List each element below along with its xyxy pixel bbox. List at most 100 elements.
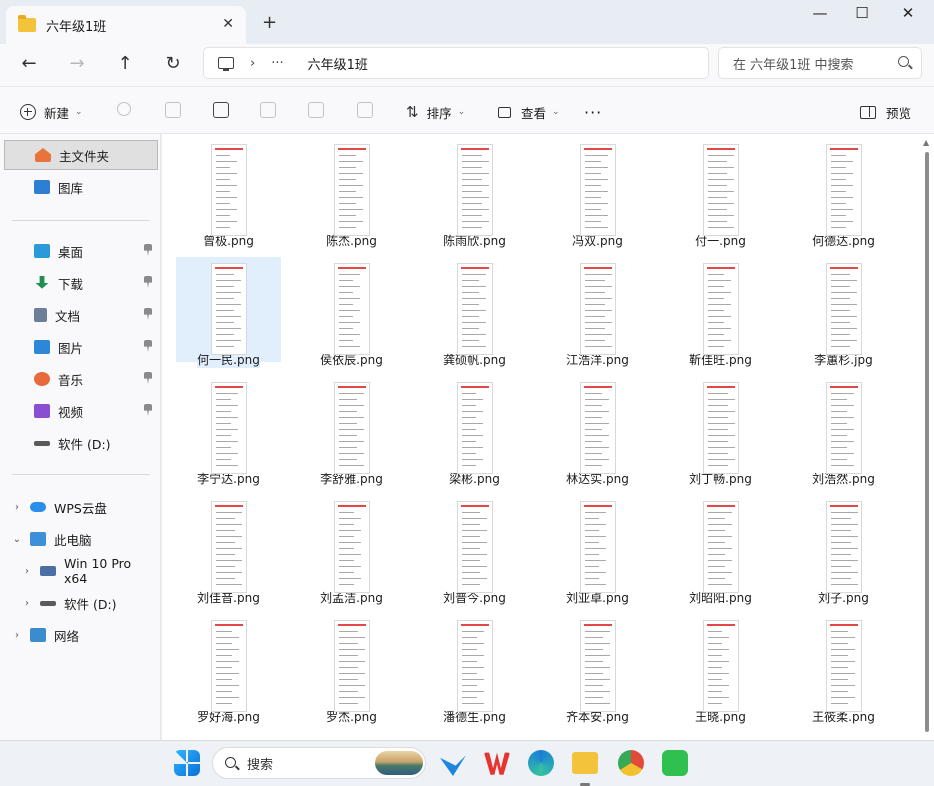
- chevron-right-icon[interactable]: ›: [10, 502, 24, 513]
- sidebar-item-drive-d-pc[interactable]: › 软件 (D:): [4, 588, 158, 618]
- maximize-button[interactable]: ☐: [842, 4, 882, 22]
- file-thumbnail: [333, 263, 370, 355]
- thumbnail-header: [583, 624, 612, 626]
- close-window-button[interactable]: ✕: [888, 4, 928, 22]
- view-button[interactable]: 查看 ⌄: [498, 101, 560, 123]
- file-item[interactable]: 刘浩然.png: [791, 376, 896, 487]
- edge-icon[interactable]: [528, 750, 554, 776]
- copy-icon[interactable]: [165, 102, 181, 118]
- chevron-right-icon[interactable]: ›: [10, 630, 24, 641]
- new-button[interactable]: 新建 ⌄: [20, 101, 83, 123]
- sidebar-item-pictures[interactable]: 图片: [4, 332, 158, 362]
- thumbnail-line: [461, 393, 476, 394]
- sort-button[interactable]: ⇅ 排序 ⌄: [406, 101, 465, 123]
- file-item[interactable]: 刘子.png: [791, 495, 896, 606]
- taskbar-search[interactable]: 搜索: [212, 747, 426, 779]
- thumbnail-line: [215, 637, 239, 638]
- wechat-icon[interactable]: [662, 750, 688, 776]
- delete-icon[interactable]: [357, 102, 373, 118]
- file-item[interactable]: 侯依辰.png: [299, 257, 404, 368]
- up-button[interactable]: ↑: [111, 52, 139, 76]
- file-item[interactable]: 齐本安.png: [545, 614, 650, 725]
- chevron-right-icon[interactable]: ›: [20, 566, 34, 577]
- file-item[interactable]: 刘昭阳.png: [668, 495, 773, 606]
- breadcrumb-current[interactable]: 六年级1班: [308, 54, 368, 73]
- forward-button[interactable]: →: [63, 52, 91, 76]
- start-icon[interactable]: [174, 750, 200, 776]
- vertical-scrollbar[interactable]: ▲: [920, 134, 934, 740]
- file-item[interactable]: 付一.png: [668, 138, 773, 249]
- new-tab-button[interactable]: +: [262, 12, 277, 33]
- file-item[interactable]: 陈杰.png: [299, 138, 404, 249]
- share-icon[interactable]: [308, 102, 324, 118]
- preview-pane-button[interactable]: 预览: [860, 101, 911, 123]
- back-button[interactable]: ←: [15, 52, 43, 76]
- thumbnail-line: [461, 411, 483, 412]
- thumbnail-line: [338, 459, 357, 460]
- file-item[interactable]: 罗好海.png: [176, 614, 281, 725]
- sidebar-item-gallery[interactable]: 图库: [4, 172, 158, 202]
- file-item[interactable]: 刘普今.png: [422, 495, 527, 606]
- search-input[interactable]: 在 六年级1班 中搜索: [718, 47, 922, 79]
- sidebar-item-home[interactable]: 主文件夹: [4, 140, 158, 170]
- refresh-button[interactable]: ↻: [159, 52, 187, 76]
- rename-icon[interactable]: [260, 102, 276, 118]
- more-options-button[interactable]: ···: [584, 101, 602, 123]
- sidebar-item-network[interactable]: › 网络: [4, 620, 158, 650]
- thumbnail-line: [215, 459, 231, 460]
- scrollbar-thumb[interactable]: [925, 152, 929, 732]
- file-item[interactable]: 罗杰.png: [299, 614, 404, 725]
- chevron-right-icon[interactable]: ›: [20, 598, 34, 609]
- sidebar-item-music[interactable]: 音乐: [4, 364, 158, 394]
- chrome-icon[interactable]: [618, 750, 644, 776]
- thumbnail-line: [338, 292, 353, 293]
- sidebar-item-documents[interactable]: 文档: [4, 300, 158, 330]
- file-item[interactable]: 李舒雅.png: [299, 376, 404, 487]
- wps-icon[interactable]: [484, 752, 510, 775]
- chevron-down-icon[interactable]: ⌄: [10, 534, 24, 545]
- thumbnail-line: [584, 637, 603, 638]
- breadcrumb-separator[interactable]: ›: [250, 56, 255, 71]
- sidebar-item-win10-drive[interactable]: › Win 10 Pro x64: [4, 556, 158, 586]
- file-item[interactable]: 曾极.png: [176, 138, 281, 249]
- file-item[interactable]: 刘佳音.png: [176, 495, 281, 606]
- file-item[interactable]: 陈雨欣.png: [422, 138, 527, 249]
- file-item[interactable]: 江浩洋.png: [545, 257, 650, 368]
- thumbnail-line: [461, 292, 479, 293]
- tab-current-folder[interactable]: 六年级1班 ✕: [6, 6, 246, 44]
- file-item[interactable]: 林达实.png: [545, 376, 650, 487]
- file-item[interactable]: 刘亚卓.png: [545, 495, 650, 606]
- file-item[interactable]: 靳佳旺.png: [668, 257, 773, 368]
- scroll-up-icon[interactable]: ▲: [923, 138, 929, 147]
- file-item[interactable]: 龚硕帆.png: [422, 257, 527, 368]
- file-item[interactable]: 王晓.png: [668, 614, 773, 725]
- file-item[interactable]: 李蕙杉.jpg: [791, 257, 896, 368]
- file-list-view[interactable]: 曾极.png 陈杰.png 陈雨欣.png 冯双.png 付一.png 何德达.png 何一…: [162, 134, 920, 740]
- file-item[interactable]: 刘丁畅.png: [668, 376, 773, 487]
- sidebar-item-this-pc[interactable]: ⌄ 此电脑: [4, 524, 158, 554]
- file-item[interactable]: 梁彬.png: [422, 376, 527, 487]
- file-item[interactable]: 刘孟洁.png: [299, 495, 404, 606]
- feishu-icon[interactable]: [440, 755, 466, 776]
- file-item[interactable]: 王筱柔.png: [791, 614, 896, 725]
- minimize-button[interactable]: —: [800, 4, 840, 22]
- sidebar-item-downloads[interactable]: 下载: [4, 268, 158, 298]
- file-item[interactable]: 李宁达.png: [176, 376, 281, 487]
- address-bar[interactable]: › ··· 六年级1班: [203, 47, 709, 79]
- sidebar-item-wps-cloud[interactable]: › WPS云盘: [4, 492, 158, 522]
- tab-close-button[interactable]: ✕: [222, 16, 234, 32]
- file-explorer-icon[interactable]: [572, 752, 598, 774]
- sidebar-item-desktop[interactable]: 桌面: [4, 236, 158, 266]
- sidebar-item-drive-d[interactable]: 软件 (D:): [4, 428, 158, 458]
- cut-icon[interactable]: [117, 102, 131, 116]
- sidebar-item-videos[interactable]: 视频: [4, 396, 158, 426]
- thumbnail-line: [707, 298, 724, 299]
- paste-icon[interactable]: [213, 102, 229, 118]
- thumbnail-line: [707, 631, 722, 632]
- file-item[interactable]: 冯双.png: [545, 138, 650, 249]
- breadcrumb-more[interactable]: ···: [271, 56, 283, 71]
- file-item[interactable]: 何一民.png: [176, 257, 281, 368]
- thumbnail-line: [584, 667, 610, 668]
- file-item[interactable]: 何德达.png: [791, 138, 896, 249]
- file-item[interactable]: 潘德生.png: [422, 614, 527, 725]
